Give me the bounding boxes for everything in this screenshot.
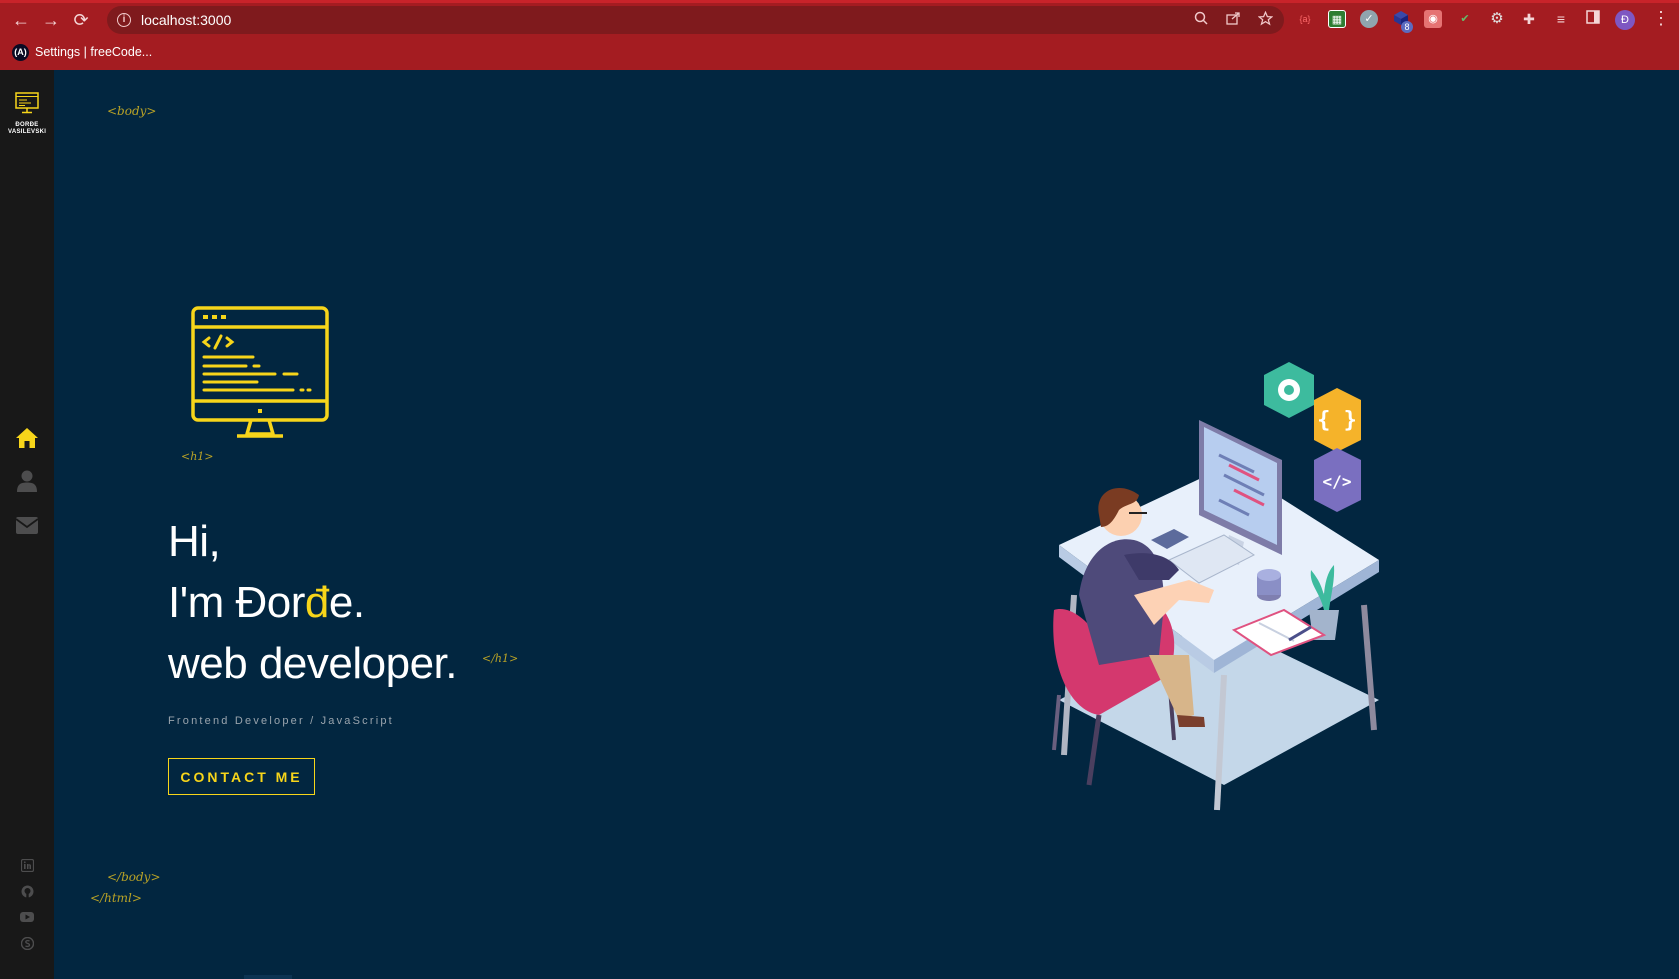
hero-line-role: web developer. xyxy=(168,639,458,688)
github-icon xyxy=(21,885,33,897)
logo[interactable]: ĐORĐE VASILEVSKI xyxy=(8,92,46,136)
developer-illustration: { } </> xyxy=(1052,362,1379,811)
youtube-icon xyxy=(20,912,34,922)
code-badge-icon: </> xyxy=(1314,448,1361,512)
hero-name-accent-letter: đ xyxy=(304,578,329,627)
hero-name-prefix: I'm Đor xyxy=(168,578,305,627)
social-linkedin[interactable] xyxy=(19,857,35,873)
ext-bracket-icon[interactable]: {a} xyxy=(1296,10,1314,28)
logo-name-last: VASILEVSKI xyxy=(8,129,47,135)
back-button[interactable]: ← xyxy=(10,9,32,31)
site-info-icon[interactable]: i xyxy=(117,13,131,27)
linkedin-icon xyxy=(20,858,34,872)
svg-text:{ }: { } xyxy=(1317,408,1357,433)
svg-text:</>: </> xyxy=(1323,472,1352,491)
gear-badge-icon xyxy=(1264,362,1314,418)
reload-button[interactable]: ⟳ xyxy=(70,9,92,31)
tab-strip-edge xyxy=(0,0,1679,3)
puzzle-icon[interactable]: ✚ xyxy=(1520,10,1538,28)
share-icon[interactable] xyxy=(1224,11,1242,29)
scroll-indicator xyxy=(244,975,292,979)
home-icon xyxy=(16,428,38,448)
hero-line-greeting: Hi, xyxy=(168,517,221,566)
nav-contact[interactable] xyxy=(14,512,40,538)
extension-badge: 8 xyxy=(1401,21,1413,33)
media-icon[interactable]: ≡ xyxy=(1552,10,1570,28)
user-icon xyxy=(17,470,37,492)
home-section: <body> <h1> Hi, I'm Đorđe. web developer… xyxy=(54,70,1679,979)
logo-name-first: ĐORĐE xyxy=(15,122,39,128)
contact-me-button[interactable]: CONTACT ME xyxy=(168,758,315,795)
envelope-icon xyxy=(16,516,38,534)
logo-monitor-icon xyxy=(15,92,39,114)
bookmark-label: Settings | freeCode... xyxy=(35,45,153,59)
star-icon[interactable] xyxy=(1256,10,1274,29)
bookmark-item[interactable]: (A) Settings | freeCode... xyxy=(12,43,152,61)
url-text[interactable]: localhost:3000 xyxy=(141,12,231,28)
profile-avatar[interactable]: Đ xyxy=(1615,10,1635,30)
code-monitor-icon xyxy=(191,306,329,438)
tag-body-open: <body> xyxy=(107,104,157,118)
sidepanel-icon[interactable] xyxy=(1584,10,1602,28)
tag-h1-open: <h1> xyxy=(181,450,214,463)
browser-chrome: ← → ⟳ i localhost:3000 {a} ▦ ✓ 8 ◉ ✔ ⚙ ✚… xyxy=(0,0,1679,70)
ext-table-icon[interactable]: ▦ xyxy=(1328,10,1346,28)
freecodecamp-icon: (A) xyxy=(12,43,29,61)
zoom-icon[interactable] xyxy=(1192,11,1210,29)
ext-screenshot-icon[interactable]: ◉ xyxy=(1424,10,1442,28)
social-github[interactable] xyxy=(19,883,35,899)
tag-body-close: </body> xyxy=(107,870,161,884)
skype-icon xyxy=(20,936,34,950)
ext-gear-icon[interactable]: ⚙ xyxy=(1488,10,1506,28)
hero-subtitle: Frontend Developer / JavaScript xyxy=(168,715,394,727)
sidebar: ĐORĐE VASILEVSKI xyxy=(0,70,54,979)
nav-about[interactable] xyxy=(14,468,40,494)
hero-line-name: I'm Đorđe. xyxy=(168,578,365,628)
hero-name-suffix: e. xyxy=(328,578,365,627)
social-youtube[interactable] xyxy=(19,909,35,925)
nav-home[interactable] xyxy=(14,425,40,451)
address-bar[interactable]: i localhost:3000 xyxy=(107,6,1284,34)
tag-html-close: </html> xyxy=(90,891,142,905)
menu-icon[interactable]: ⋮ xyxy=(1652,8,1670,29)
tag-h1-close: </h1> xyxy=(482,652,519,665)
ext-check-icon[interactable]: ✓ xyxy=(1360,10,1378,28)
braces-badge-icon: { } xyxy=(1314,388,1361,452)
ext-checkmark-icon[interactable]: ✔ xyxy=(1456,10,1474,28)
forward-button[interactable]: → xyxy=(40,9,62,31)
social-skype[interactable] xyxy=(19,935,35,951)
